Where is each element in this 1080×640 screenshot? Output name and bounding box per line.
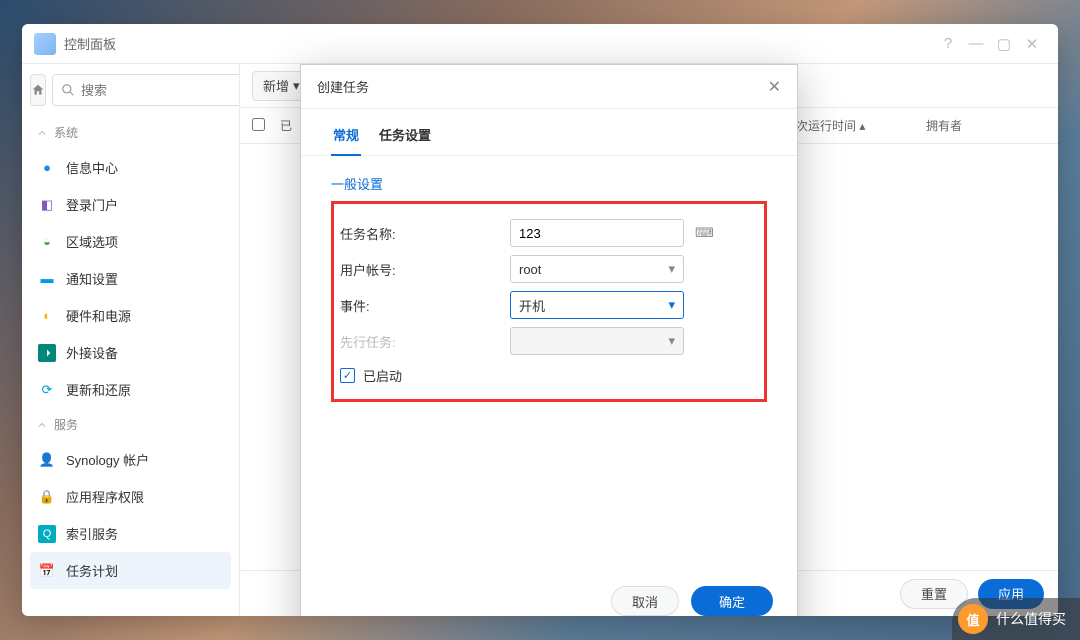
keyboard-icon[interactable]: ⌨ bbox=[695, 225, 714, 241]
pretask-label: 先行任务: bbox=[340, 332, 510, 351]
user-select[interactable]: root ▾ bbox=[510, 255, 684, 283]
sidebar-item-regional[interactable]: ◒区域选项 bbox=[30, 223, 231, 260]
close-button[interactable]: ✕ bbox=[1018, 35, 1046, 53]
chevron-down-icon: ▾ bbox=[668, 261, 675, 277]
user-icon: 👤 bbox=[38, 451, 56, 469]
search-input-wrap[interactable] bbox=[52, 74, 240, 106]
maximize-button[interactable]: ▢ bbox=[990, 35, 1018, 53]
event-select[interactable]: 开机 ▾ bbox=[510, 291, 684, 319]
dialog-tabs: 常规 任务设置 bbox=[301, 109, 797, 156]
tab-general[interactable]: 常规 bbox=[331, 119, 361, 156]
dialog-header: 创建任务 ✕ bbox=[301, 65, 797, 109]
task-name-input[interactable]: ⌨ bbox=[510, 219, 684, 247]
control-panel-window: 控制面板 ? — ▢ ✕ 系统 ●信息中心 ◧登录门户 ◒区域选项 bbox=[22, 24, 1058, 616]
sidebar-item-login-portal[interactable]: ◧登录门户 bbox=[30, 186, 231, 223]
sidebar-item-task-scheduler[interactable]: 📅任务计划 bbox=[30, 552, 231, 589]
refresh-icon: ⟳ bbox=[38, 381, 56, 399]
sidebar-item-external[interactable]: 外接设备 bbox=[30, 334, 231, 371]
cancel-button[interactable]: 取消 bbox=[611, 586, 679, 616]
chevron-down-icon: ▾ bbox=[293, 78, 300, 94]
col-owner[interactable]: 拥有者 bbox=[926, 117, 1046, 134]
select-all-checkbox[interactable] bbox=[252, 118, 280, 134]
calendar-icon: 📅 bbox=[38, 562, 56, 580]
sidebar-item-hardware[interactable]: ◐硬件和电源 bbox=[30, 297, 231, 334]
watermark: 值 什么值得买 bbox=[952, 598, 1080, 640]
bulb-icon: ◐ bbox=[38, 307, 56, 325]
titlebar: 控制面板 ? — ▢ ✕ bbox=[22, 24, 1058, 64]
ok-button[interactable]: 确定 bbox=[691, 586, 773, 616]
sidebar-item-synology-account[interactable]: 👤Synology 帐户 bbox=[30, 441, 231, 478]
task-name-field[interactable] bbox=[519, 226, 695, 241]
dialog-close-button[interactable]: ✕ bbox=[768, 77, 781, 97]
section-system[interactable]: 系统 bbox=[30, 116, 231, 149]
home-button[interactable] bbox=[30, 74, 46, 106]
sidebar-item-index-service[interactable]: Q索引服务 bbox=[30, 515, 231, 552]
highlighted-settings: 任务名称: ⌨ 用户帐号: root ▾ bbox=[331, 201, 767, 402]
tab-task-settings[interactable]: 任务设置 bbox=[377, 119, 433, 155]
globe-icon: ◒ bbox=[38, 233, 56, 251]
chevron-up-icon bbox=[36, 127, 48, 139]
group-title: 一般设置 bbox=[331, 174, 767, 193]
sidebar: 系统 ●信息中心 ◧登录门户 ◒区域选项 ▬通知设置 ◐硬件和电源 外接设备 ⟳… bbox=[22, 64, 240, 616]
main-panel: 新增▾ 已 次运行时间 ▴ 拥有者 无数据 重置 应用 bbox=[240, 64, 1058, 616]
event-label: 事件: bbox=[340, 296, 510, 315]
reset-button[interactable]: 重置 bbox=[900, 579, 968, 609]
watermark-badge-icon: 值 bbox=[958, 604, 988, 634]
task-name-label: 任务名称: bbox=[340, 224, 510, 243]
app-icon bbox=[34, 33, 56, 55]
chevron-down-icon: ▾ bbox=[668, 333, 675, 349]
info-icon: ● bbox=[38, 159, 56, 177]
minimize-button[interactable]: — bbox=[962, 35, 990, 52]
sidebar-item-info-center[interactable]: ●信息中心 bbox=[30, 149, 231, 186]
search-input[interactable] bbox=[81, 83, 240, 98]
chevron-up-icon bbox=[36, 419, 48, 431]
chat-icon: ▬ bbox=[38, 270, 56, 288]
lock-icon: 🔒 bbox=[38, 488, 56, 506]
create-task-dialog: 创建任务 ✕ 常规 任务设置 一般设置 任务名称: ⌨ bbox=[300, 64, 798, 616]
enabled-checkbox[interactable]: ✓ bbox=[340, 368, 355, 383]
dialog-title: 创建任务 bbox=[317, 77, 369, 96]
sidebar-item-app-permissions[interactable]: 🔒应用程序权限 bbox=[30, 478, 231, 515]
enabled-label: 已启动 bbox=[363, 366, 402, 385]
external-icon bbox=[38, 344, 56, 362]
pretask-select: ▾ bbox=[510, 327, 684, 355]
window-title: 控制面板 bbox=[64, 34, 934, 53]
enabled-checkbox-row[interactable]: ✓ 已启动 bbox=[340, 366, 758, 385]
sidebar-item-update[interactable]: ⟳更新和还原 bbox=[30, 371, 231, 408]
dialog-footer: 取消 确定 bbox=[301, 416, 797, 616]
user-label: 用户帐号: bbox=[340, 260, 510, 279]
search-service-icon: Q bbox=[38, 525, 56, 543]
col-next-run[interactable]: 次运行时间 ▴ bbox=[796, 117, 926, 134]
home-icon bbox=[31, 83, 45, 97]
search-icon bbox=[61, 83, 75, 97]
help-button[interactable]: ? bbox=[934, 35, 962, 52]
portal-icon: ◧ bbox=[38, 196, 56, 214]
chevron-down-icon: ▾ bbox=[668, 297, 675, 313]
sidebar-item-notification[interactable]: ▬通知设置 bbox=[30, 260, 231, 297]
section-services[interactable]: 服务 bbox=[30, 408, 231, 441]
